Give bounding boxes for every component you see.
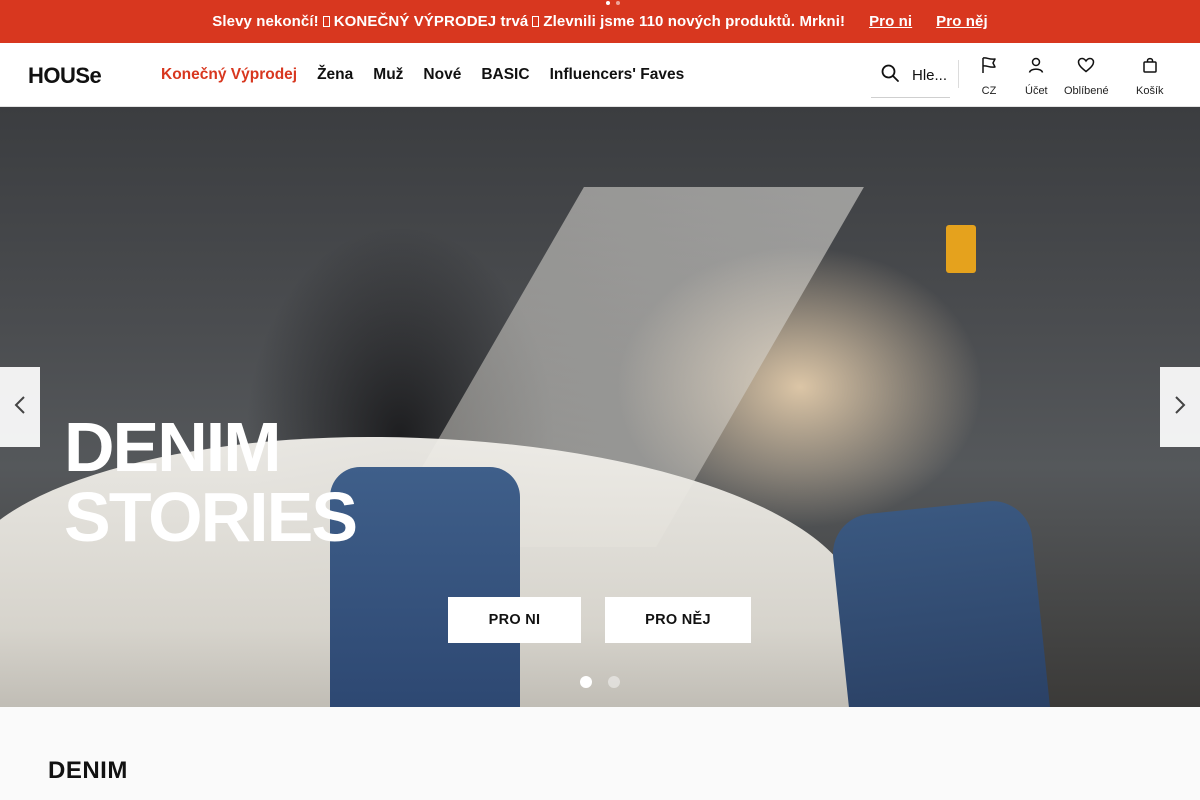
promo-carousel-dots <box>606 1 620 5</box>
denim-section: DENIM <box>0 707 1200 800</box>
bag-icon <box>1141 56 1159 85</box>
favorites-label: Oblíbené <box>1064 85 1109 97</box>
section-title: DENIM <box>48 757 128 784</box>
cart-label: Košík <box>1136 85 1164 97</box>
account-button[interactable]: Účet <box>1025 56 1048 97</box>
site-header: HOUSe Konečný Výprodej Žena Muž Nové BAS… <box>0 43 1200 107</box>
nav-item-men[interactable]: Muž <box>373 66 403 84</box>
carousel-prev-button[interactable] <box>0 367 40 447</box>
promo-link-him[interactable]: Pro něj <box>936 13 988 30</box>
nav-item-basic[interactable]: BASIC <box>481 66 529 84</box>
hero-photo-jeans <box>330 467 520 707</box>
hero-button-her[interactable]: PRO NI <box>448 597 581 643</box>
nav-item-new[interactable]: Nové <box>423 66 461 84</box>
user-icon <box>1027 56 1045 85</box>
promo-bar: Slevy nekončí! KONEČNÝ VÝPRODEJ trvá Zle… <box>0 0 1200 43</box>
promo-text-3: Zlevnili jsme 110 nových produktů. Mrkni… <box>543 13 846 30</box>
hero-photo-sign <box>946 225 976 273</box>
missing-glyph-icon <box>532 16 540 27</box>
hero-button-him[interactable]: PRO NĚJ <box>605 597 751 643</box>
chevron-right-icon <box>1172 395 1188 420</box>
favorites-button[interactable]: Oblíbené <box>1064 56 1109 97</box>
chevron-left-icon <box>12 395 28 420</box>
carousel-next-button[interactable] <box>1160 367 1200 447</box>
hero-banner: DENIM STORIES PRO NI PRO NĚJ <box>0 107 1200 707</box>
heart-icon <box>1077 56 1095 85</box>
search-icon[interactable] <box>871 63 900 88</box>
cart-button[interactable]: Košík <box>1136 56 1164 97</box>
missing-glyph-icon <box>322 16 330 27</box>
promo-text-1: Slevy nekončí! <box>212 13 319 30</box>
search-input[interactable] <box>912 67 952 84</box>
promo-link-her[interactable]: Pro ni <box>869 13 912 30</box>
hero-title-line-2: STORIES <box>64 478 358 556</box>
account-label: Účet <box>1025 85 1048 97</box>
nav-item-influencers[interactable]: Influencers' Faves <box>550 66 685 84</box>
flag-icon <box>980 56 998 85</box>
hero-dot[interactable] <box>608 676 620 688</box>
hero-dot-active[interactable] <box>580 676 592 688</box>
search-box[interactable] <box>871 54 952 98</box>
promo-text-2: KONEČNÝ VÝPRODEJ trvá <box>333 13 529 30</box>
promo-dot[interactable] <box>616 1 620 5</box>
country-label: CZ <box>981 85 997 97</box>
nav-item-sale[interactable]: Konečný Výprodej <box>161 66 297 84</box>
promo-message: Slevy nekončí! KONEČNÝ VÝPRODEJ trvá Zle… <box>0 13 1200 30</box>
house-logo[interactable]: HOUSe <box>28 63 102 89</box>
hero-title-line-1: DENIM <box>64 408 282 486</box>
hero-title: DENIM STORIES <box>64 408 358 556</box>
hero-carousel-dots <box>580 676 620 688</box>
main-nav: Konečný Výprodej Žena Muž Nové BASIC Inf… <box>161 66 684 84</box>
country-selector[interactable]: CZ <box>980 56 998 97</box>
promo-dot-active[interactable] <box>606 1 610 5</box>
nav-item-women[interactable]: Žena <box>317 66 353 84</box>
header-divider <box>958 60 959 88</box>
hero-photo-skirt <box>829 497 1051 707</box>
